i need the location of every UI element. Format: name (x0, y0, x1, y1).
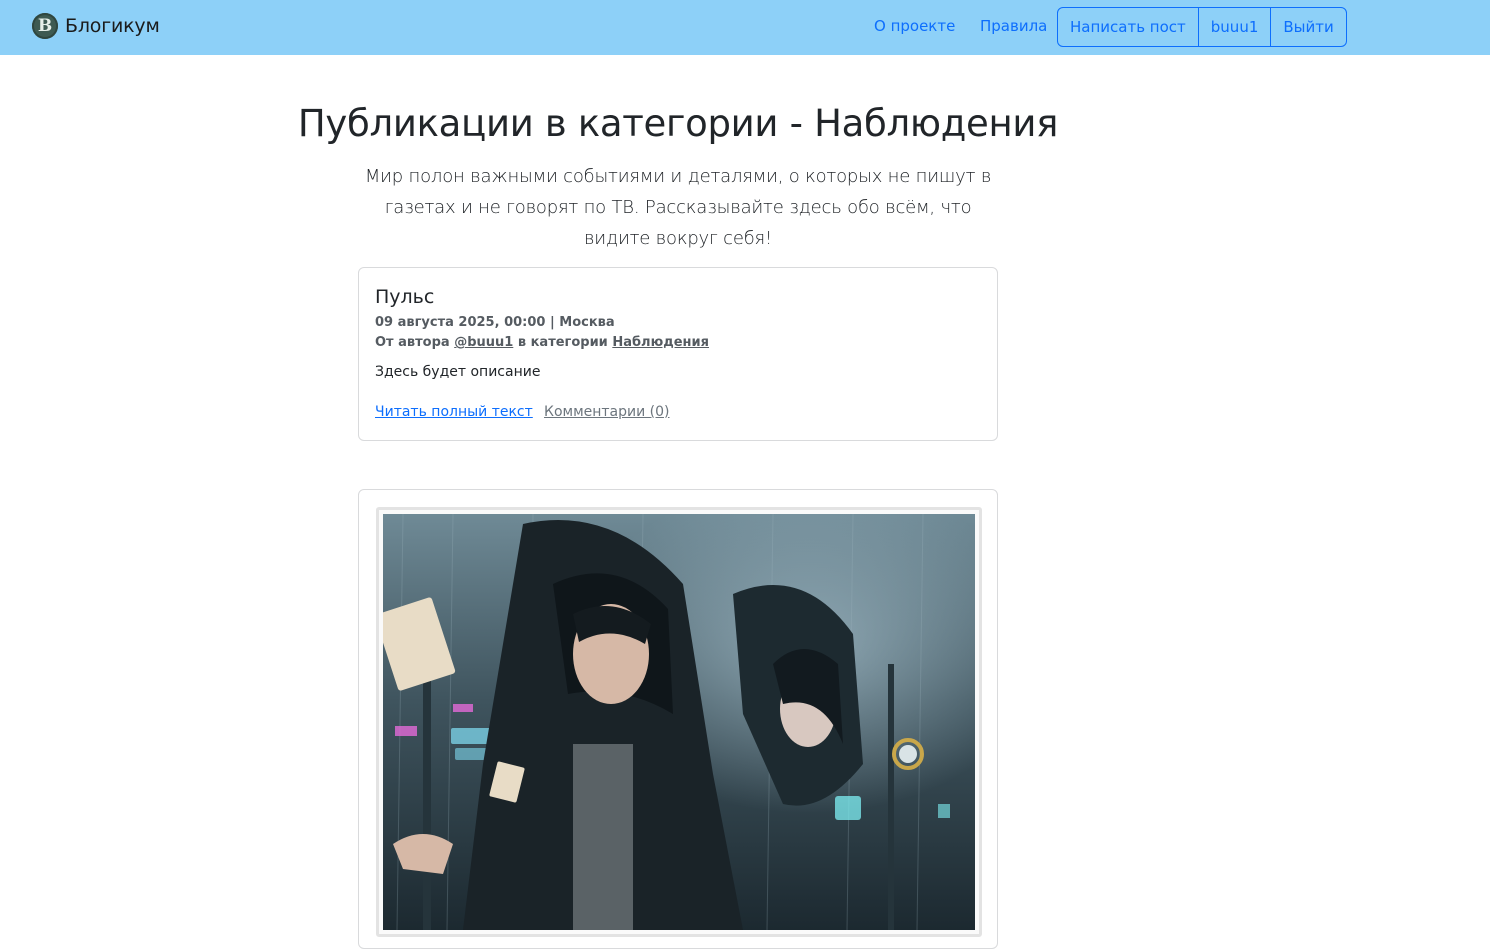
write-post-button[interactable]: Написать пост (1058, 8, 1198, 46)
category-link[interactable]: Наблюдения (612, 335, 709, 350)
post-date-location: 09 августа 2025, 00:00 | Москва (375, 315, 615, 330)
brand-link[interactable]: B Блогикум (32, 13, 160, 39)
nav-link-rules[interactable]: Правила (980, 17, 1047, 35)
brand-name: Блогикум (65, 15, 160, 37)
category-description: Мир полон важными событиями и деталями, … (364, 166, 992, 249)
author-link[interactable]: @buuu1 (454, 335, 513, 350)
post-location: Москва (559, 315, 615, 330)
post-card-with-image (358, 489, 998, 949)
post-image[interactable] (383, 514, 975, 930)
comments-link[interactable]: Комментарии (0) (544, 404, 670, 420)
meta-separator: | (549, 315, 555, 330)
navbar: B Блогикум О проекте Правила Написать по… (0, 0, 1490, 55)
category-prefix: в категории (517, 335, 608, 350)
logout-button[interactable]: Выйти (1270, 8, 1345, 46)
page-title: Публикации в категории - Наблюдения (297, 102, 1059, 145)
brand-logo-icon: B (32, 13, 58, 39)
user-button-group: Написать пост buuu1 Выйти (1057, 7, 1347, 47)
profile-button[interactable]: buuu1 (1197, 8, 1271, 46)
post-description: Здесь будет описание (375, 364, 541, 380)
post-image-frame (376, 507, 982, 937)
nav-link-about[interactable]: О проекте (874, 17, 955, 35)
author-prefix: От автора (375, 335, 450, 350)
post-date: 09 августа 2025, 00:00 (375, 315, 546, 330)
post-author-category: От автора @buuu1 в категории Наблюдения (375, 335, 709, 350)
read-full-text-link[interactable]: Читать полный текст (375, 404, 533, 420)
post-title: Пульс (375, 286, 435, 308)
post-card: Пульс 09 августа 2025, 00:00 | Москва От… (358, 267, 998, 441)
